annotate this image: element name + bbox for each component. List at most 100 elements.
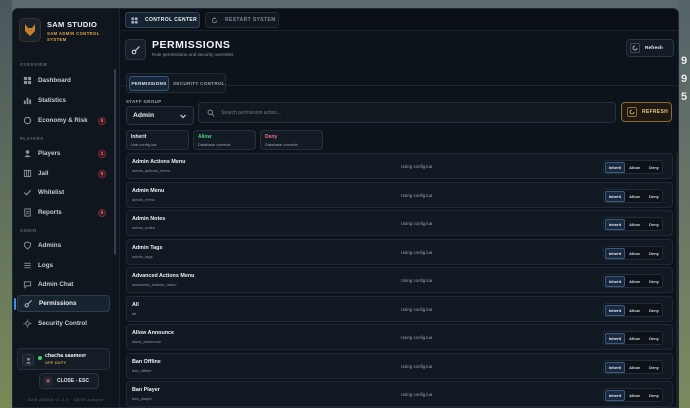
control-center-button[interactable]: CONTROL CENTER bbox=[125, 12, 200, 28]
permission-key: admin_tags bbox=[132, 253, 153, 259]
permission-key: ban_player bbox=[132, 396, 152, 401]
inherit-option-button[interactable]: Inherit bbox=[605, 361, 625, 373]
sidebar-item-label: Logs bbox=[38, 262, 54, 269]
permission-source: Using config.lua bbox=[401, 192, 433, 198]
sidebar-item-jail[interactable]: Jail 0 bbox=[17, 165, 110, 182]
permission-state-toggle: Inherit Allow Deny bbox=[603, 388, 663, 402]
deny-option-button[interactable]: Deny bbox=[644, 162, 664, 173]
tab-security-control[interactable]: SECURITY CONTROL bbox=[173, 76, 225, 91]
permission-state-toggle: Inherit Allow Deny bbox=[603, 188, 664, 203]
grid-icon bbox=[130, 16, 139, 25]
legend-desc: Use config.lua bbox=[131, 142, 157, 147]
inherit-option-button[interactable]: Inherit bbox=[605, 219, 625, 230]
page-subtitle: Role permissions and security overrides bbox=[152, 52, 234, 57]
permission-state-toggle: Inherit Allow Deny bbox=[603, 245, 664, 260]
sidebar-item-admins[interactable]: Admins bbox=[17, 237, 110, 254]
inherit-option-button[interactable]: Inherit bbox=[605, 162, 625, 173]
allow-option-button[interactable]: Allow bbox=[625, 362, 645, 373]
sidebar-item-dashboard[interactable]: Dashboard bbox=[17, 72, 110, 89]
count-badge: 1 bbox=[98, 149, 106, 158]
refresh-icon bbox=[627, 107, 637, 117]
refresh-label: REFRESH bbox=[642, 109, 668, 115]
permission-source: Using config.lua bbox=[401, 278, 433, 283]
permission-key: ban_offline bbox=[132, 367, 152, 373]
sidebar-item-reports[interactable]: Reports 0 bbox=[17, 204, 110, 221]
user-card[interactable]: chacha saameer OFF DUTY bbox=[17, 348, 110, 370]
restart-system-button[interactable]: RESTART SYSTEM bbox=[205, 12, 279, 28]
sidebar: SAM STUDIO SAM ADMIN CONTROL SYSTEM OVER… bbox=[13, 9, 120, 407]
deny-option-button[interactable]: Deny bbox=[644, 276, 664, 287]
sidebar-item-whitelist[interactable]: Whitelist bbox=[17, 184, 110, 201]
permission-row: Ban Player ban_player Using config.lua Inhe… bbox=[126, 381, 673, 407]
inherit-option-button[interactable]: Inherit bbox=[605, 190, 625, 202]
list-scrollbar[interactable] bbox=[676, 153, 678, 407]
sidebar-item-permissions[interactable]: Permissions bbox=[14, 295, 110, 312]
allow-option-button[interactable]: Allow bbox=[625, 276, 645, 287]
allow-option-button[interactable]: Allow bbox=[625, 333, 645, 344]
deny-option-button[interactable]: Deny bbox=[644, 219, 664, 230]
count-badge: 0 bbox=[98, 169, 106, 178]
jail-icon bbox=[22, 169, 32, 179]
inherit-option-button[interactable]: Inherit bbox=[605, 247, 625, 259]
inherit-option-button[interactable]: Inherit bbox=[605, 276, 625, 287]
permission-state-toggle: Inherit Allow Deny bbox=[603, 359, 664, 374]
permission-source: Using config.lua bbox=[401, 392, 433, 397]
deny-option-button[interactable]: Deny bbox=[644, 362, 664, 373]
allow-option-button[interactable]: Allow bbox=[625, 162, 645, 173]
refresh-button[interactable]: REFRESH bbox=[621, 102, 672, 122]
sidebar-item-statistics[interactable]: Statistics bbox=[17, 92, 110, 109]
search-icon bbox=[207, 109, 215, 117]
sidebar-item-security-control[interactable]: Security Control bbox=[17, 315, 110, 332]
avatar-icon bbox=[22, 354, 34, 366]
close-button[interactable]: ✕ CLOSE - ESC bbox=[39, 373, 99, 389]
allow-option-button[interactable]: Allow bbox=[625, 219, 645, 230]
count-badge: 0 bbox=[98, 208, 106, 217]
permission-row: Advanced Actions Menu advanced_actions_me… bbox=[126, 267, 673, 293]
deny-option-button[interactable]: Deny bbox=[644, 333, 664, 344]
dashboard-icon bbox=[22, 76, 32, 86]
sidebar-item-label: Permissions bbox=[39, 300, 77, 307]
section-admin: ADMIN bbox=[20, 228, 37, 233]
legend-deny: Deny Database override bbox=[260, 130, 323, 150]
allow-option-button[interactable]: Allow bbox=[625, 305, 645, 316]
deny-option-button[interactable]: Deny bbox=[644, 191, 664, 202]
permission-name: Admin Actions Menu bbox=[132, 159, 186, 165]
permission-source: Using config.lua bbox=[401, 164, 433, 169]
permission-state-toggle: Inherit Allow Deny bbox=[603, 274, 663, 288]
inherit-option-button[interactable]: Inherit bbox=[605, 304, 625, 316]
sidebar-item-logs[interactable]: Logs bbox=[17, 257, 110, 274]
inherit-option-button[interactable]: Inherit bbox=[605, 333, 625, 344]
sidebar-item-economy[interactable]: Economy & Risk 0 bbox=[17, 112, 110, 129]
staff-group-value: Admin bbox=[133, 112, 155, 119]
tab-bar: PERMISSIONS SECURITY CONTROL bbox=[126, 73, 226, 93]
logs-icon bbox=[22, 261, 32, 271]
deny-option-button[interactable]: Deny bbox=[644, 305, 664, 316]
section-players: PLAYERS bbox=[20, 136, 44, 141]
tab-permissions[interactable]: PERMISSIONS bbox=[129, 76, 169, 91]
sidebar-item-label: Security Control bbox=[38, 320, 87, 327]
refresh-icon bbox=[630, 43, 640, 53]
staff-group-select[interactable]: Admin bbox=[126, 106, 194, 125]
user-name: chacha saameer bbox=[45, 353, 87, 359]
permission-key: allow_announce bbox=[132, 339, 161, 344]
allow-option-button[interactable]: Allow bbox=[625, 390, 645, 401]
close-label: CLOSE - ESC bbox=[57, 378, 89, 384]
inherit-option-button[interactable]: Inherit bbox=[605, 390, 625, 401]
search-input[interactable]: Search permission action... bbox=[198, 102, 616, 123]
deny-option-button[interactable]: Deny bbox=[644, 390, 664, 401]
deny-option-button[interactable]: Deny bbox=[644, 248, 664, 259]
header-refresh-button[interactable]: Refresh bbox=[626, 39, 674, 57]
allow-option-button[interactable]: Allow bbox=[625, 191, 645, 202]
sidebar-item-admin-chat[interactable]: Admin Chat bbox=[17, 276, 110, 293]
close-icon: ✕ bbox=[43, 376, 53, 386]
key-icon bbox=[125, 39, 146, 60]
control-center-label: CONTROL CENTER bbox=[145, 17, 198, 23]
permission-state-toggle: Inherit Allow Deny bbox=[603, 331, 663, 345]
sidebar-item-players[interactable]: Players 1 bbox=[17, 145, 110, 162]
allow-option-button[interactable]: Allow bbox=[625, 248, 645, 259]
permission-name: Ban Player bbox=[132, 387, 160, 393]
permission-source: Using config.lua bbox=[401, 221, 433, 226]
sidebar-scrollbar[interactable] bbox=[114, 69, 116, 255]
permission-row: Admin Notes admin_notes Using config.lua In… bbox=[126, 210, 673, 236]
search-placeholder: Search permission action... bbox=[221, 109, 282, 116]
